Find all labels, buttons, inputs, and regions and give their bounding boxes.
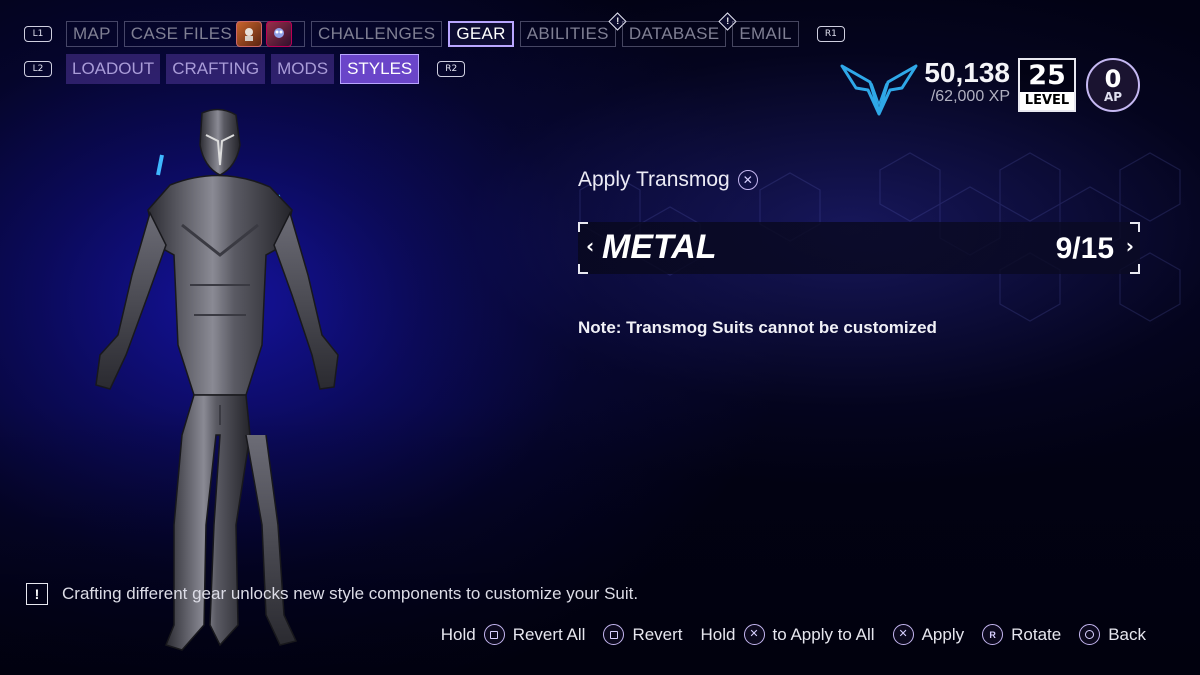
cross-button-icon: ✕	[892, 624, 914, 645]
rotate-prompt[interactable]: R Rotate	[982, 624, 1061, 645]
selector-corner	[1130, 264, 1140, 274]
sub-tab-bar: L2 LOADOUT CRAFTING MODS STYLES R2	[24, 54, 466, 84]
exclamation-icon: !	[26, 583, 48, 605]
apply-label: Apply	[921, 624, 965, 644]
revert-label: Revert	[632, 624, 683, 644]
square-button-icon	[483, 624, 505, 645]
style-count: 9/15	[1055, 232, 1114, 265]
tab-label: CASE FILES	[130, 24, 233, 43]
selector-corner	[578, 222, 588, 232]
selector-corner	[1130, 222, 1140, 232]
rotate-label: Rotate	[1011, 624, 1062, 644]
cross-button-icon[interactable]: ✕	[737, 170, 758, 190]
style-name: METAL	[602, 228, 717, 266]
hold-label: Hold	[700, 624, 736, 644]
cross-button-icon: ✕	[743, 624, 765, 645]
hold-label: Hold	[440, 624, 476, 644]
transmog-style-selector[interactable]: ‹ METAL 9/15 ›	[578, 222, 1140, 274]
tab-label: MAP	[73, 24, 111, 43]
player-progress: 50,138 /62,000 XP 25 LEVEL 0 AP	[840, 58, 1140, 116]
subtab-mods[interactable]: MODS	[271, 54, 335, 84]
back-label: Back	[1108, 624, 1146, 644]
xp-current: 50,138	[924, 57, 1010, 88]
main-tab-bar: L1 MAP CASE FILES CHALLENGES GEAR ABILIT…	[24, 12, 845, 48]
tab-label: EMAIL	[739, 24, 792, 43]
l2-button-hint[interactable]: L2	[24, 61, 52, 77]
revert-all-label: Revert All	[512, 624, 586, 644]
villain-avatar-icon	[236, 21, 263, 47]
tab-map[interactable]: MAP	[66, 21, 118, 47]
level-badge: 25 LEVEL	[1018, 58, 1076, 112]
button-prompts: Hold Revert All Revert Hold ✕ to Apply t…	[423, 624, 1146, 645]
apply-prompt[interactable]: ✕ Apply	[892, 624, 965, 645]
tab-label: GEAR	[456, 24, 506, 43]
apply-all-label: to Apply to All	[772, 624, 875, 644]
circle-button-icon	[1079, 624, 1101, 645]
ap-number: 0	[1104, 64, 1122, 93]
subtab-crafting[interactable]: CRAFTING	[166, 54, 266, 84]
tab-label: DATABASE	[628, 24, 720, 43]
level-number: 25	[1028, 60, 1066, 91]
tab-case-files[interactable]: CASE FILES	[123, 21, 306, 47]
tab-database[interactable]: DATABASE !	[621, 12, 738, 47]
tab-label: ABILITIES	[526, 24, 609, 43]
selector-corner	[578, 264, 588, 274]
back-prompt[interactable]: Back	[1079, 624, 1146, 645]
tab-gear[interactable]: GEAR	[448, 21, 514, 47]
chevron-left-icon[interactable]: ‹	[586, 234, 594, 258]
tab-email[interactable]: EMAIL	[732, 21, 799, 47]
tab-label: CHALLENGES	[318, 24, 436, 43]
right-stick-icon: R	[982, 624, 1004, 645]
character-model[interactable]	[70, 105, 350, 660]
xp-max: /62,000 XP	[930, 88, 1010, 105]
xp-readout: 50,138 /62,000 XP	[924, 58, 1010, 106]
subtab-styles[interactable]: STYLES	[340, 54, 420, 84]
tab-challenges[interactable]: CHALLENGES	[311, 21, 443, 47]
revert-prompt[interactable]: Revert	[603, 624, 683, 645]
revert-all-prompt[interactable]: Hold Revert All	[440, 624, 586, 645]
ability-points-badge: 0 AP	[1086, 58, 1140, 112]
transmog-note: Note: Transmog Suits cannot be customize…	[578, 318, 937, 337]
l1-button-hint[interactable]: L1	[24, 26, 52, 42]
hint-tip: ! Crafting different gear unlocks new st…	[26, 583, 638, 605]
nightwing-emblem-icon	[840, 64, 918, 116]
villain-avatar-icon	[266, 21, 293, 47]
r1-button-hint[interactable]: R1	[816, 26, 845, 42]
subtab-loadout[interactable]: LOADOUT	[66, 54, 161, 84]
hint-text: Crafting different gear unlocks new styl…	[62, 584, 639, 603]
r2-button-hint[interactable]: R2	[437, 61, 466, 77]
square-button-icon	[603, 624, 625, 645]
case-files-avatars	[236, 21, 296, 47]
chevron-right-icon[interactable]: ›	[1126, 234, 1134, 258]
apply-transmog-label: Apply Transmog	[578, 168, 730, 191]
tab-abilities[interactable]: ABILITIES !	[519, 12, 627, 47]
apply-all-prompt[interactable]: Hold ✕ to Apply to All	[701, 624, 875, 645]
ap-label: AP	[1103, 89, 1123, 104]
level-label: LEVEL	[1020, 92, 1074, 110]
apply-transmog-title: Apply Transmog ✕	[578, 168, 758, 192]
